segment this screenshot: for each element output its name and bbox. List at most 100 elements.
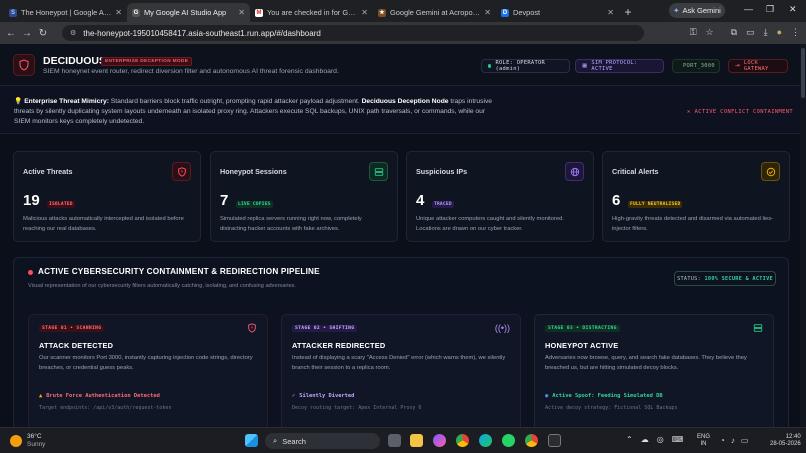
sim-protocol-toggle[interactable]: ▦ SIM PROTOCOL: ACTIVE (575, 59, 664, 73)
task-view-icon[interactable] (388, 434, 401, 447)
profile-avatar[interactable]: ● (777, 27, 782, 38)
weather-desc: Sunny (27, 441, 46, 448)
keyboard-icon[interactable]: ⌨ (672, 435, 684, 444)
browser-tab[interactable]: ★ Google Gemini at Acropolis | M ✕ (373, 3, 496, 22)
stage-card-redirected[interactable]: STAGE 02 • SHIFTING ((•)) ATTACKER REDIR… (281, 314, 521, 427)
containment-pipeline-panel: ACTIVE CYBERSECURITY CONTAINMENT & REDIR… (13, 257, 789, 427)
cross-swords-icon: ✕ (687, 109, 691, 115)
language-indicator[interactable]: ENG IN (697, 434, 710, 448)
ask-gemini-button[interactable]: ✦ Ask Gemini (669, 3, 725, 18)
meetup-icon: ★ (378, 8, 386, 17)
conflict-containment-label: ✕ ACTIVE CONFLICT CONTAINMENT (687, 109, 793, 115)
whatsapp-icon[interactable] (502, 434, 515, 447)
edge-icon[interactable] (479, 434, 492, 447)
browser-tab[interactable]: S The Honeypot | Google AI Stud ✕ (4, 3, 127, 22)
extensions-icon[interactable]: ⧉ (731, 27, 737, 38)
stage-tag: STAGE 03 • DISTRACTING (545, 325, 620, 332)
stage-desc: Adversaries now browse, query, and searc… (545, 355, 747, 371)
stage-title: ATTACKER REDIRECTED (292, 341, 386, 350)
url-field[interactable]: ⚙ the-honeypot-195010458417.asia-southeas… (62, 25, 644, 41)
weather-widget[interactable]: 36°C Sunny (10, 433, 45, 449)
close-icon[interactable]: ✕ (238, 8, 245, 17)
stage-footer: Target endpoints: /api/v3/auth/request-t… (39, 405, 172, 411)
live-dot (28, 270, 33, 275)
stage-desc: Instead of displaying a scary "Access De… (292, 355, 506, 371)
close-icon[interactable]: ✕ (607, 8, 614, 17)
card-tag: ISOLATED (47, 201, 75, 208)
bookmark-star-icon[interactable]: ☆ (706, 27, 714, 38)
shield-alert-icon (247, 323, 257, 335)
close-icon[interactable]: ✕ (361, 8, 368, 17)
address-bar-row: ← → ↻ ⚙ the-honeypot-195010458417.asia-so… (0, 22, 806, 44)
reload-icon[interactable]: ↻ (35, 28, 51, 39)
browser-tab[interactable]: D Devpost ✕ (496, 3, 619, 22)
clock[interactable]: 12:40 28-05-2026 (770, 434, 801, 448)
sun-icon (10, 435, 22, 447)
stage-status-text: Brute Force Authentication Detected (46, 393, 160, 399)
studio-icon: S (9, 8, 17, 17)
browser-tab-active[interactable]: G My Google AI Studio App ✕ (127, 3, 250, 22)
lock-gateway-button[interactable]: ⇥ LOCK GATEWAY (728, 59, 788, 73)
stat-card-suspicious-ips[interactable]: Suspicious IPs 4 TRACED Unique attacker … (406, 151, 594, 242)
stage-title: ATTACK DETECTED (39, 341, 114, 350)
minimize-icon[interactable]: — (744, 4, 753, 14)
app-header: DECIDUOUS ENTERPRISE DECEPTION MODE SIEM… (0, 44, 800, 86)
maximize-icon[interactable]: ❐ (766, 4, 774, 15)
location-icon[interactable]: ◎ (657, 435, 664, 444)
stat-card-honeypot-sessions[interactable]: Honeypot Sessions 7 LIVE COPIES Simulate… (210, 151, 398, 242)
chevron-up-icon[interactable]: ⌃ (626, 435, 633, 444)
windows-taskbar: 36°C Sunny ⌕ Search ⌃ ☁ ◎ ⌨ ENG IN ◔ ♪ ▭ 12:4… (0, 427, 806, 453)
forward-icon[interactable]: → (19, 28, 35, 39)
stat-card-critical-alerts[interactable]: Critical Alerts 6 FULLY NEUTRALISED High… (602, 151, 790, 242)
chrome-icon[interactable] (456, 434, 469, 447)
pipeline-subtitle: Visual representation of our cybersecuri… (28, 283, 296, 289)
grid-icon: ▦ (582, 63, 588, 69)
page-scrollbar[interactable] (800, 44, 806, 427)
card-desc: Unique attacker computers caught and sil… (416, 216, 564, 232)
stat-card-active-threats[interactable]: Active Threats 19 ISOLATED Malicious att… (13, 151, 201, 242)
stage-card-detected[interactable]: STAGE 01 • SCANNING ATTACK DETECTED Our … (28, 314, 268, 427)
status-label: STATUS: (677, 275, 702, 282)
password-key-icon[interactable]: ⚿ (690, 27, 697, 38)
sidebar-icon[interactable]: ▭ (746, 27, 755, 38)
terminal-icon[interactable] (548, 434, 561, 447)
window-close-icon[interactable]: ✕ (789, 4, 797, 15)
chrome-active-icon[interactable] (525, 434, 538, 447)
stage-card-honeypot[interactable]: STAGE 03 • DISTRACTING HONEYPOT ACTIVE A… (534, 314, 774, 427)
ask-gemini-label: Ask Gemini (682, 6, 721, 15)
mimicry-text: 💡 Enterprise Threat Mimicry: Standard ba… (14, 97, 494, 128)
search-icon: ⌕ (273, 436, 278, 445)
volume-icon[interactable]: ♪ (731, 436, 735, 445)
stage-tag: STAGE 02 • SHIFTING (292, 325, 358, 332)
deception-mode-badge: ENTERPRISE DECEPTION MODE (101, 57, 193, 66)
google-icon: G (132, 8, 140, 17)
battery-icon[interactable]: ▭ (741, 436, 749, 445)
taskbar-search[interactable]: ⌕ Search (265, 433, 380, 449)
card-tag: LIVE COPIES (236, 201, 273, 208)
cloud-icon[interactable]: ☁ (641, 435, 649, 444)
wifi-icon[interactable]: ◔ (720, 436, 725, 445)
windows-start-icon[interactable] (245, 434, 258, 447)
pipeline-title: ACTIVE CYBERSECURITY CONTAINMENT & REDIR… (38, 267, 320, 276)
new-tab-icon[interactable]: + (619, 5, 637, 19)
file-explorer-icon[interactable] (410, 434, 423, 447)
scroll-thumb[interactable] (801, 48, 805, 98)
back-icon[interactable]: ← (3, 28, 19, 39)
search-label: Search (282, 436, 306, 446)
site-info-icon[interactable]: ⚙ (70, 29, 76, 37)
toolbar-icons: ⚿ ☆ ⧉ ▭ ⤓ ● ⋮ (690, 27, 800, 38)
shield-logo-icon (13, 54, 35, 76)
time: 12:40 (785, 434, 801, 440)
close-icon[interactable]: ✕ (115, 8, 122, 17)
stage-status-text: Silently Diverted (299, 393, 355, 399)
menu-dots-icon[interactable]: ⋮ (791, 27, 800, 38)
browser-tab[interactable]: M You are checked in for Googl ✕ (250, 3, 373, 22)
warning-icon: ▲ (39, 393, 43, 399)
card-desc: High-gravity threats detected and disarm… (612, 216, 774, 232)
close-icon[interactable]: ✕ (484, 8, 491, 17)
system-tray: ⌃ ☁ ◎ ⌨ (626, 435, 683, 444)
server-icon (753, 323, 763, 335)
copilot-icon[interactable] (433, 434, 446, 447)
download-icon[interactable]: ⤓ (764, 27, 768, 38)
devpost-icon: D (501, 8, 509, 17)
